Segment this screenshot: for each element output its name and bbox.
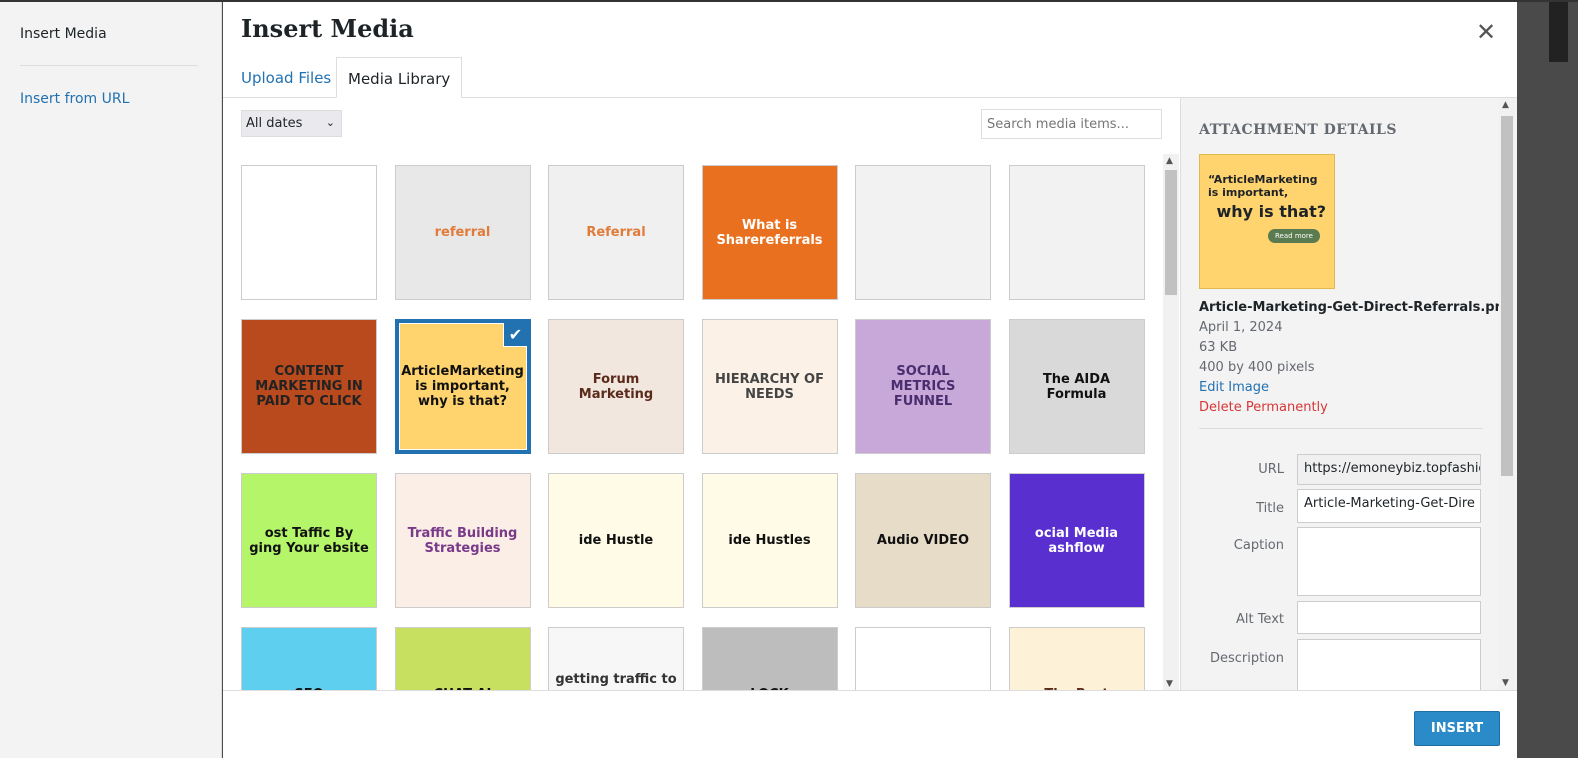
url-field[interactable]: https://emoneybiz.topfashic — [1297, 454, 1481, 485]
close-icon[interactable]: ✕ — [1476, 18, 1496, 46]
media-thumbnail[interactable]: Forum Marketing — [548, 319, 684, 454]
thumbnail-text: ArticleMarketing is important, why is th… — [401, 364, 524, 409]
media-thumbnail[interactable]: The AIDA Formula — [1008, 319, 1145, 454]
upload-date: April 1, 2024 — [1199, 320, 1283, 335]
scroll-down-icon[interactable]: ▼ — [1166, 679, 1173, 689]
media-thumbnail[interactable]: SEO — [241, 627, 377, 690]
thumbnail-text: Referral — [586, 225, 646, 240]
thumbnail-text: What is Sharereferrals — [716, 217, 823, 248]
media-thumbnail[interactable]: ost Taffic By ging Your ebsite — [241, 473, 377, 608]
thumbnail-text: Traffic Building Strategies — [407, 525, 518, 556]
insert-button[interactable]: INSERT — [1414, 711, 1500, 746]
scrollbar-thumb[interactable] — [1501, 116, 1513, 476]
media-thumbnail[interactable]: SOCIAL METRICS FUNNEL — [855, 319, 991, 454]
preview-button: Read more — [1268, 229, 1320, 243]
media-thumbnail[interactable]: referral — [394, 165, 531, 300]
description-label: Description — [1209, 651, 1284, 666]
tab-media-library[interactable]: Media Library — [336, 57, 463, 98]
tab-upload-files[interactable]: Upload Files — [241, 69, 331, 87]
media-thumbnail[interactable] — [855, 627, 991, 690]
description-field[interactable] — [1297, 639, 1481, 690]
media-thumbnail[interactable]: CHAT AI — [394, 627, 531, 690]
thumbnail-text: Forum Marketing — [578, 371, 654, 402]
attachment-meta: Article-Marketing-Get-Direct-Referrals.p… — [1199, 298, 1513, 418]
thumbnail-text: referral — [434, 225, 491, 240]
dimensions: 400 by 400 pixels — [1199, 360, 1315, 375]
media-grid: referral Referral What is Sharereferrals CO… — [241, 165, 1161, 690]
tabs: Upload Files Media Library — [223, 57, 1517, 98]
sidebar-title[interactable]: Insert Media — [20, 26, 107, 42]
date-filter-select[interactable]: All dates ⌄ — [241, 110, 342, 137]
divider — [20, 65, 198, 66]
scroll-down-icon[interactable]: ▼ — [1502, 678, 1509, 688]
thumbnail-text: HIERARCHY OF NEEDS — [715, 371, 824, 402]
caption-label: Caption — [1233, 538, 1284, 553]
insert-media-modal: Insert Media ✕ Upload Files Media Librar… — [223, 2, 1517, 758]
media-thumbnail[interactable]: ArticleMarketing is important, why is th… — [394, 319, 531, 454]
media-thumbnail[interactable]: getting traffic to your scam marketers — [548, 627, 684, 690]
page-scrollbar[interactable] — [1549, 2, 1568, 62]
preview-text: “ArticleMarketing is important, — [1208, 173, 1318, 199]
media-thumbnail[interactable] — [855, 165, 991, 300]
details-scrollbar[interactable]: ▲ ▼ — [1499, 98, 1515, 690]
checkmark-icon[interactable]: ✔ — [502, 323, 527, 347]
title-field[interactable]: Article-Marketing-Get-Dire — [1297, 489, 1481, 523]
media-sidebar: Insert Media Insert from URL — [0, 2, 222, 758]
scrollbar-thumb[interactable] — [1165, 170, 1177, 295]
date-filter-value: All dates — [246, 116, 303, 131]
media-thumbnail[interactable]: ocial Media ashflow — [1008, 473, 1145, 608]
media-thumbnail[interactable]: CONTENT MARKETING IN PAID TO CLICK — [241, 319, 377, 454]
modal-title: Insert Media — [241, 14, 414, 43]
thumbnail-text: Audio VIDEO — [876, 533, 970, 548]
media-thumbnail[interactable]: Audio VIDEO — [855, 473, 991, 608]
filename: Article-Marketing-Get-Direct-Referrals.p… — [1199, 300, 1514, 315]
caption-field[interactable] — [1297, 527, 1481, 596]
media-thumbnail[interactable]: LOCK — [701, 627, 838, 690]
edit-image-link[interactable]: Edit Image — [1199, 378, 1513, 398]
scroll-up-icon[interactable]: ▲ — [1166, 156, 1173, 166]
thumbnail-text: CONTENT MARKETING IN PAID TO CLICK — [255, 364, 363, 409]
thumbnail-text: SOCIAL METRICS FUNNEL — [890, 364, 956, 409]
thumbnail-text: The AIDA Formula — [1042, 371, 1111, 402]
search-input[interactable] — [981, 109, 1162, 139]
title-label: Title — [1256, 501, 1284, 516]
attachment-details: ATTACHMENT DETAILS “ArticleMarketing is … — [1180, 98, 1517, 690]
media-thumbnail[interactable]: Referral — [548, 165, 684, 300]
details-heading: ATTACHMENT DETAILS — [1199, 122, 1397, 138]
alt-text-label: Alt Text — [1235, 612, 1284, 627]
delete-permanently-link[interactable]: Delete Permanently — [1199, 398, 1513, 418]
media-thumbnail[interactable]: Traffic Building Strategies — [394, 473, 531, 608]
divider — [1199, 428, 1483, 429]
alt-text-field[interactable] — [1297, 601, 1481, 634]
preview-headline: why is that? — [1216, 202, 1326, 221]
media-thumbnail[interactable] — [241, 165, 377, 300]
media-thumbnail[interactable]: HIERARCHY OF NEEDS — [701, 319, 838, 454]
chevron-down-icon: ⌄ — [325, 116, 335, 129]
scroll-up-icon[interactable]: ▲ — [1502, 100, 1509, 110]
attachment-preview: “ArticleMarketing is important, why is t… — [1199, 154, 1335, 289]
media-thumbnail[interactable]: The Best — [1008, 627, 1145, 690]
modal-footer: INSERT — [223, 690, 1517, 758]
media-thumbnail[interactable]: What is Sharereferrals — [701, 165, 838, 300]
thumbnail-text: ocial Media ashflow — [1034, 525, 1119, 556]
url-label: URL — [1258, 462, 1284, 477]
insert-from-url-link[interactable]: Insert from URL — [20, 91, 129, 107]
thumbnail-text: ide Hustles — [728, 533, 811, 548]
file-size: 63 KB — [1199, 340, 1238, 355]
media-thumbnail[interactable] — [1008, 165, 1145, 300]
media-thumbnail[interactable]: ide Hustle — [548, 473, 684, 608]
grid-scrollbar[interactable]: ▲ ▼ — [1163, 154, 1179, 691]
thumbnail-text: ide Hustle — [578, 533, 654, 548]
thumbnail-text: getting traffic to your scam marketers — [555, 672, 677, 690]
media-thumbnail[interactable]: ide Hustles — [701, 473, 838, 608]
thumbnail-text: ost Taffic By ging Your ebsite — [249, 525, 369, 556]
